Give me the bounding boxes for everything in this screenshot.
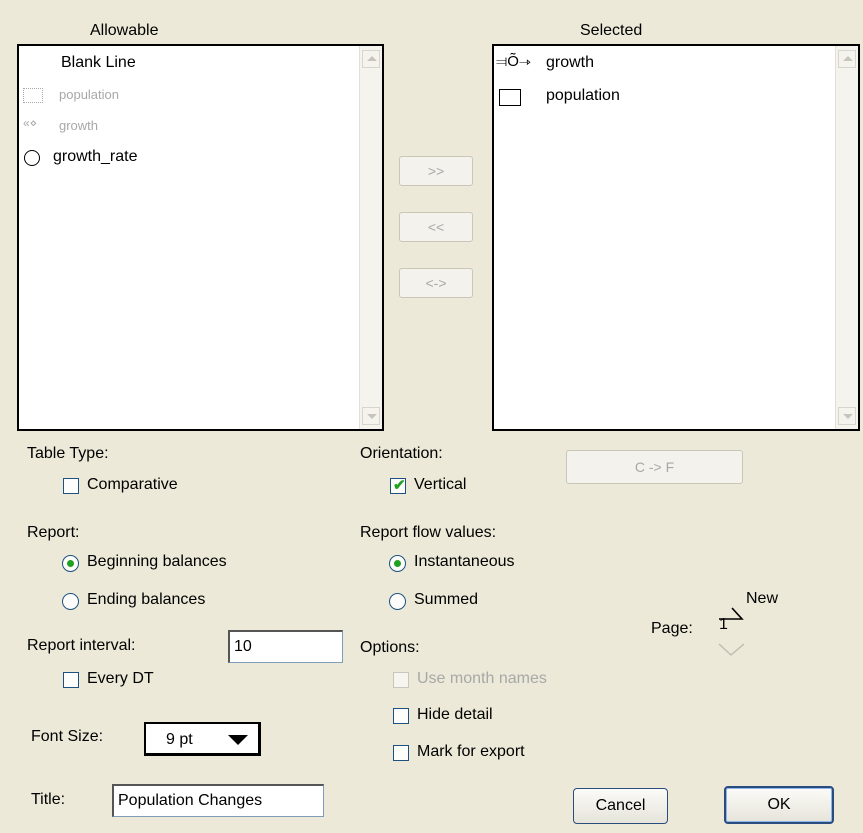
page-down-icon[interactable]	[718, 642, 746, 658]
every-dt-checkbox[interactable]	[63, 672, 79, 688]
instantaneous-label: Instantaneous	[414, 553, 515, 570]
allowable-header: Allowable	[90, 22, 159, 39]
page-label: Page:	[651, 620, 693, 637]
selected-list[interactable]: ⫤Õ⇾ growth population	[492, 44, 860, 431]
vertical-label: Vertical	[414, 476, 467, 493]
comparative-checkbox[interactable]	[63, 478, 79, 494]
title-input[interactable]	[112, 784, 324, 817]
check-icon: ✔	[393, 477, 406, 494]
ending-balances-radio[interactable]	[62, 593, 79, 610]
instantaneous-radio[interactable]	[389, 555, 406, 572]
selected-header: Selected	[580, 22, 643, 39]
selected-scrollbar[interactable]	[835, 46, 858, 429]
comparative-label: Comparative	[87, 476, 178, 493]
flow-icon: «⋄	[23, 116, 38, 130]
month-names-label: Use month names	[417, 670, 547, 687]
ok-button[interactable]: OK	[724, 786, 834, 824]
report-interval-input[interactable]	[228, 630, 343, 663]
orientation-heading: Orientation:	[360, 445, 443, 462]
title-label: Title:	[31, 791, 66, 808]
allowable-scrollbar[interactable]	[359, 46, 382, 429]
summed-radio[interactable]	[389, 593, 406, 610]
list-item[interactable]: population	[494, 83, 834, 111]
stock-icon	[499, 89, 521, 106]
list-item[interactable]: «⋄ growth	[19, 112, 359, 140]
list-item[interactable]: population	[19, 81, 359, 109]
mark-export-label: Mark for export	[417, 743, 525, 760]
scroll-up-button[interactable]	[362, 50, 380, 68]
beginning-balances-label: Beginning balances	[87, 553, 227, 570]
table-type-heading: Table Type:	[27, 445, 109, 462]
every-dt-label: Every DT	[87, 670, 154, 687]
add-button[interactable]: >>	[399, 156, 473, 186]
converter-icon	[24, 150, 40, 166]
beginning-balances-radio[interactable]	[62, 555, 79, 572]
font-size-label: Font Size:	[31, 728, 104, 745]
list-item[interactable]: growth_rate	[19, 144, 359, 172]
scroll-up-button[interactable]	[838, 50, 856, 68]
scroll-down-button[interactable]	[362, 407, 380, 425]
page-new-label: New	[746, 590, 779, 607]
cancel-button[interactable]: Cancel	[573, 788, 668, 824]
summed-label: Summed	[414, 591, 479, 608]
report-interval-label: Report interval:	[27, 637, 136, 654]
allowable-list[interactable]: Blank Line population «⋄ growth growth_r…	[17, 44, 384, 431]
swap-button[interactable]: <->	[399, 268, 473, 298]
list-item[interactable]: Blank Line	[19, 50, 359, 78]
chevron-down-icon	[228, 735, 248, 745]
font-size-dropdown[interactable]: 9 pt	[144, 722, 261, 756]
options-heading: Options:	[360, 639, 420, 656]
convert-button[interactable]: C -> F	[566, 450, 743, 484]
month-names-checkbox[interactable]	[393, 672, 409, 688]
list-item[interactable]: ⫤Õ⇾ growth	[494, 50, 834, 78]
page-number: 1	[719, 616, 728, 633]
flow-values-heading: Report flow values:	[360, 524, 497, 541]
scroll-down-button[interactable]	[838, 407, 856, 425]
hide-detail-checkbox[interactable]	[393, 708, 409, 724]
hide-detail-label: Hide detail	[417, 706, 493, 723]
ending-balances-label: Ending balances	[87, 591, 206, 608]
vertical-checkbox[interactable]: ✔	[390, 477, 406, 494]
stock-icon	[23, 88, 43, 103]
mark-export-checkbox[interactable]	[393, 745, 409, 761]
flow-icon: ⫤Õ⇾	[496, 53, 531, 70]
report-heading: Report:	[27, 524, 80, 541]
remove-button[interactable]: <<	[399, 212, 473, 242]
